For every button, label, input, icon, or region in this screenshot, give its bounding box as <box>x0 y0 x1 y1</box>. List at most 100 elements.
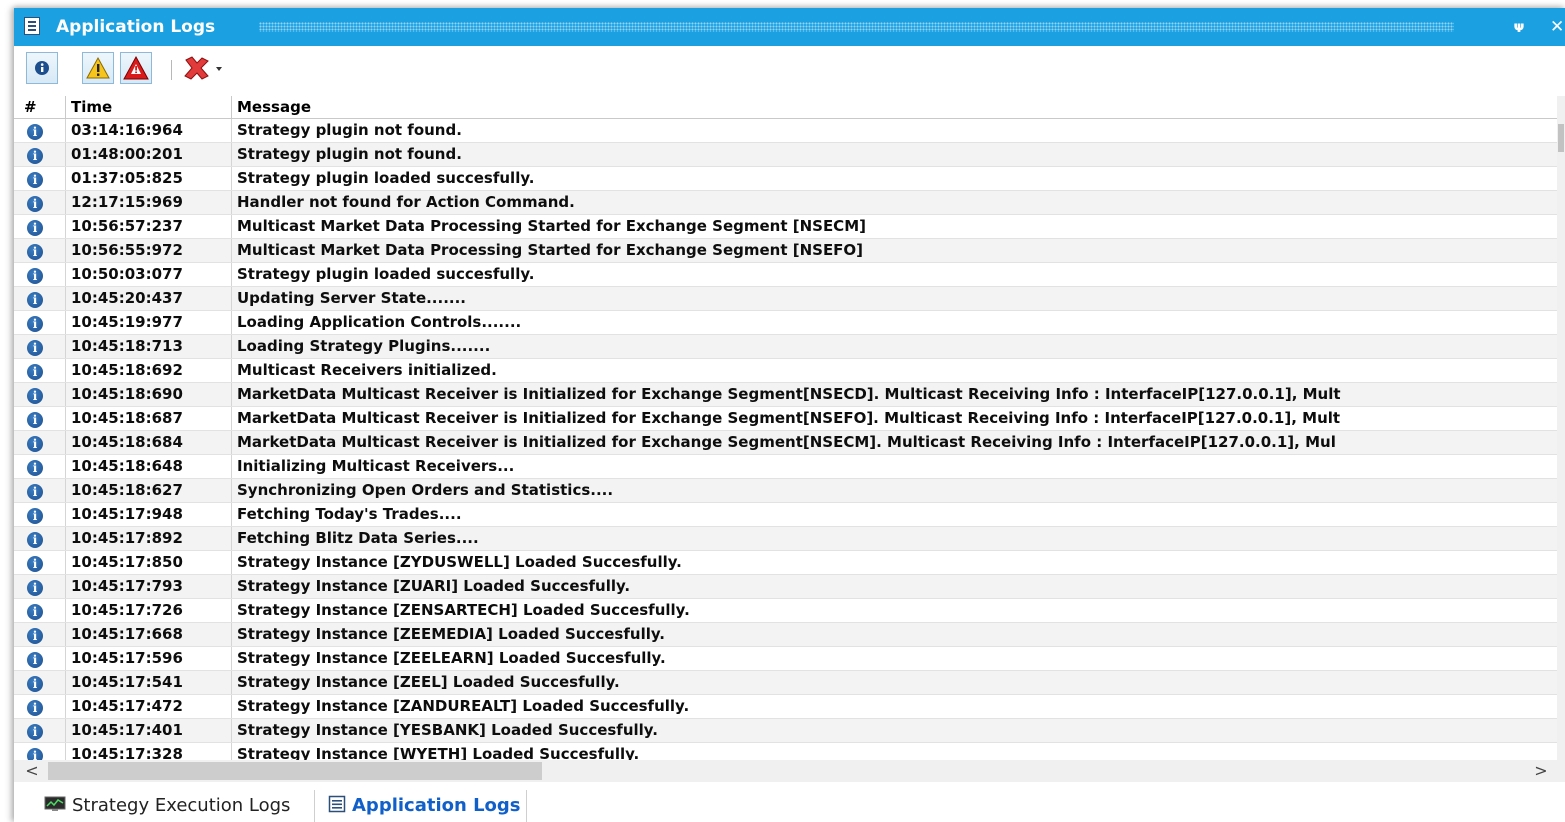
log-time: 10:45:17:401 <box>65 719 223 742</box>
info-icon: i <box>27 388 43 404</box>
info-icon: i <box>27 604 43 620</box>
tab-divider <box>526 790 527 822</box>
log-message: MarketData Multicast Receiver is Initial… <box>231 407 1557 430</box>
column-header-number[interactable]: # <box>24 96 37 118</box>
scroll-left-arrow[interactable]: < <box>18 760 46 782</box>
table-row[interactable]: i 10:45:18:692 Multicast Receivers initial… <box>14 359 1557 383</box>
tab-strategy-execution-logs[interactable]: Strategy Execution Logs <box>44 790 290 822</box>
log-message: Strategy plugin not found. <box>231 119 1557 142</box>
info-icon: i <box>27 124 43 140</box>
tab-label: Application Logs <box>352 795 521 816</box>
close-icon[interactable]: ✕ <box>1550 16 1565 38</box>
table-row[interactable]: i 12:17:15:969 Handler not found for Actio… <box>14 191 1557 215</box>
log-time: 12:17:15:969 <box>65 191 223 214</box>
log-time: 10:45:18:690 <box>65 383 223 406</box>
application-logs-window: Application Logs ᴪ ✕ # Time Message i 03… <box>14 8 1565 822</box>
toolbar-separator <box>171 60 172 80</box>
error-filter-button[interactable] <box>120 52 152 84</box>
table-row[interactable]: i 10:45:18:690 MarketData Multicast Receiv… <box>14 383 1557 407</box>
log-time: 10:45:17:668 <box>65 623 223 646</box>
log-time: 01:48:00:201 <box>65 143 223 166</box>
table-row[interactable]: i 10:45:18:648 Initializing Multicast Rece… <box>14 455 1557 479</box>
scroll-right-arrow[interactable]: > <box>1527 760 1555 782</box>
horizontal-scrollbar[interactable]: < > <box>14 760 1565 782</box>
table-row[interactable]: i 10:45:17:668 Strategy Instance [ZEEMEDIA… <box>14 623 1557 647</box>
info-icon: i <box>27 700 43 716</box>
log-time: 10:45:19:977 <box>65 311 223 334</box>
table-row[interactable]: i 10:45:17:541 Strategy Instance [ZEEL] Lo… <box>14 671 1557 695</box>
log-message: MarketData Multicast Receiver is Initial… <box>231 383 1557 406</box>
table-row[interactable]: i 10:45:17:401 Strategy Instance [YESBANK]… <box>14 719 1557 743</box>
info-icon: i <box>27 364 43 380</box>
column-header-message[interactable]: Message <box>231 96 1557 118</box>
log-grid[interactable]: # Time Message i 03:14:16:964 Strategy plu… <box>14 96 1565 764</box>
grid-header: # Time Message <box>14 96 1557 119</box>
info-icon: i <box>27 220 43 236</box>
tab-label: Strategy Execution Logs <box>72 795 291 816</box>
table-row[interactable]: i 10:45:18:627 Synchronizing Open Orders a… <box>14 479 1557 503</box>
log-time: 10:50:03:077 <box>65 263 223 286</box>
info-icon: i <box>27 580 43 596</box>
log-message: Strategy Instance [ZANDUREALT] Loaded Su… <box>231 695 1557 718</box>
log-message: Synchronizing Open Orders and Statistics… <box>231 479 1557 502</box>
table-row[interactable]: i 10:45:17:793 Strategy Instance [ZUARI] L… <box>14 575 1557 599</box>
table-row[interactable]: i 10:45:17:596 Strategy Instance [ZEELEARN… <box>14 647 1557 671</box>
log-message: MarketData Multicast Receiver is Initial… <box>231 431 1557 454</box>
monitor-chart-icon <box>44 796 66 811</box>
table-row[interactable]: i 10:45:18:687 MarketData Multicast Receiv… <box>14 407 1557 431</box>
log-message: Multicast Market Data Processing Started… <box>231 215 1557 238</box>
info-icon: i <box>27 484 43 500</box>
table-row[interactable]: i 10:45:17:850 Strategy Instance [ZYDUSWEL… <box>14 551 1557 575</box>
table-row[interactable]: i 10:45:17:948 Fetching Today's Trades.... <box>14 503 1557 527</box>
info-icon: i <box>27 316 43 332</box>
title-bar[interactable]: Application Logs ᴪ ✕ <box>14 8 1565 46</box>
chevron-down-icon <box>216 67 222 71</box>
log-time: 10:45:18:684 <box>65 431 223 454</box>
vertical-scroll-thumb[interactable] <box>1558 124 1564 152</box>
warning-filter-button[interactable] <box>82 52 114 84</box>
clear-logs-button[interactable] <box>180 52 230 84</box>
log-message: Handler not found for Action Command. <box>231 191 1557 214</box>
log-time: 10:45:18:627 <box>65 479 223 502</box>
table-row[interactable]: i 10:50:03:077 Strategy plugin loaded succ… <box>14 263 1557 287</box>
table-row[interactable]: i 10:56:55:972 Multicast Market Data Proce… <box>14 239 1557 263</box>
red-x-icon <box>184 56 222 80</box>
info-icon: i <box>27 508 43 524</box>
log-time: 10:45:17:850 <box>65 551 223 574</box>
table-row[interactable]: i 10:56:57:237 Multicast Market Data Proce… <box>14 215 1557 239</box>
table-row[interactable]: i 01:48:00:201 Strategy plugin not found. <box>14 143 1557 167</box>
horizontal-scroll-thumb[interactable] <box>48 762 542 780</box>
info-filter-button[interactable] <box>26 52 58 84</box>
info-icon: i <box>27 340 43 356</box>
log-message: Loading Application Controls....... <box>231 311 1557 334</box>
table-row[interactable]: i 10:45:20:437 Updating Server State......… <box>14 287 1557 311</box>
log-message: Strategy Instance [ZEEMEDIA] Loaded Succ… <box>231 623 1557 646</box>
column-header-time[interactable]: Time <box>65 96 221 118</box>
log-time: 10:45:17:892 <box>65 527 223 550</box>
log-time: 10:56:55:972 <box>65 239 223 262</box>
log-time: 10:45:17:793 <box>65 575 223 598</box>
info-icon: i <box>27 532 43 548</box>
info-icon: i <box>27 628 43 644</box>
log-message: Strategy Instance [YESBANK] Loaded Succe… <box>231 719 1557 742</box>
table-row[interactable]: i 10:45:19:977 Loading Application Control… <box>14 311 1557 335</box>
log-time: 10:45:20:437 <box>65 287 223 310</box>
tab-application-logs[interactable]: Application Logs <box>328 790 521 822</box>
table-row[interactable]: i 10:45:17:472 Strategy Instance [ZANDUREA… <box>14 695 1557 719</box>
vertical-scrollbar[interactable] <box>1557 96 1565 764</box>
log-message: Loading Strategy Plugins....... <box>231 335 1557 358</box>
title-grip <box>259 22 1454 32</box>
info-icon: i <box>27 172 43 188</box>
info-icon: i <box>27 724 43 740</box>
table-row[interactable]: i 10:45:18:713 Loading Strategy Plugins...… <box>14 335 1557 359</box>
tab-divider <box>314 790 315 822</box>
table-row[interactable]: i 10:45:17:726 Strategy Instance [ZENSARTE… <box>14 599 1557 623</box>
toolbar <box>14 46 1565 96</box>
table-row[interactable]: i 01:37:05:825 Strategy plugin loaded succ… <box>14 167 1557 191</box>
table-row[interactable]: i 10:45:17:892 Fetching Blitz Data Series.… <box>14 527 1557 551</box>
log-time: 10:45:18:687 <box>65 407 223 430</box>
pin-icon[interactable]: ᴪ <box>1510 16 1528 38</box>
table-row[interactable]: i 10:45:18:684 MarketData Multicast Receiv… <box>14 431 1557 455</box>
table-row[interactable]: i 03:14:16:964 Strategy plugin not found. <box>14 119 1557 143</box>
log-time: 10:56:57:237 <box>65 215 223 238</box>
